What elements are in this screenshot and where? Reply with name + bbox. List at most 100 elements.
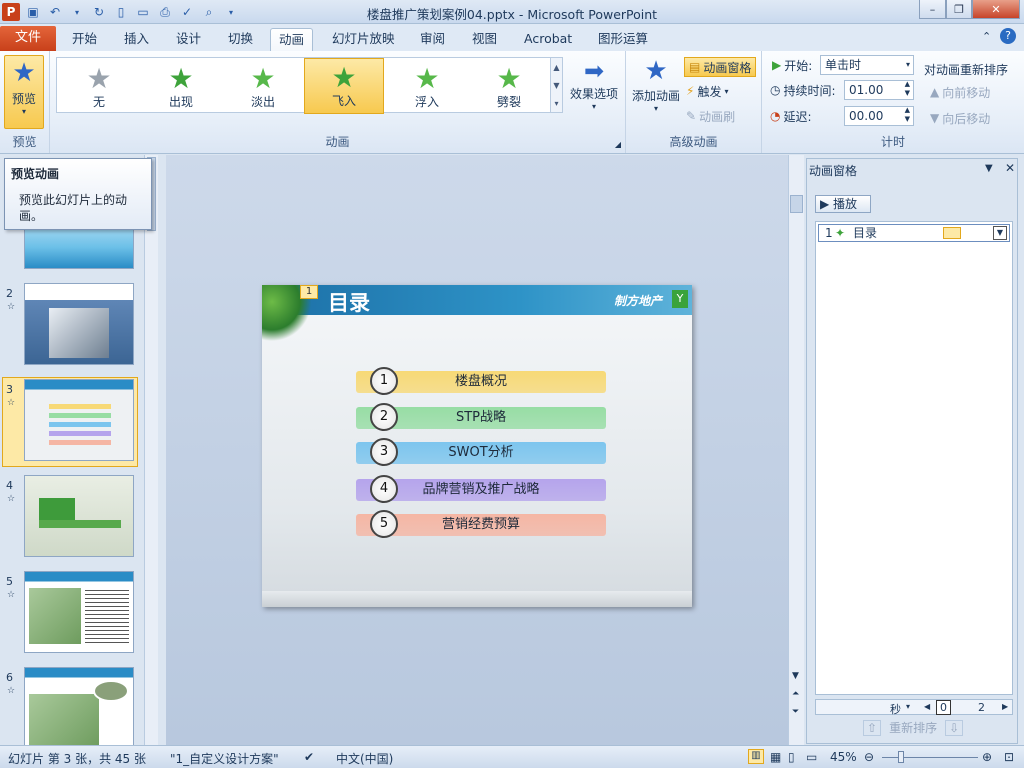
- timing-bar: [943, 227, 961, 239]
- zoom-slider-thumb[interactable]: [898, 751, 904, 763]
- slide-thumb-3[interactable]: [24, 379, 134, 461]
- scroll-left-icon[interactable]: ◀: [924, 702, 930, 711]
- move-down-icon[interactable]: ⇩: [945, 719, 964, 736]
- reading-view-icon[interactable]: ▯: [788, 750, 795, 764]
- toc-item-2[interactable]: 2 STP战略: [356, 403, 606, 431]
- animation-none[interactable]: ★ 无: [59, 58, 139, 114]
- zoom-out-icon[interactable]: ⊖: [864, 750, 874, 764]
- slide-title[interactable]: 目录: [328, 287, 370, 317]
- move-earlier-button[interactable]: ▲ 向前移动: [930, 82, 990, 102]
- language-status[interactable]: 中文(中国): [336, 750, 393, 767]
- prev-slide-icon[interactable]: ⏶: [792, 689, 799, 699]
- tab-view[interactable]: 视图: [464, 28, 505, 51]
- status-bar: 幻灯片 第 3 张，共 45 张 "1_自定义设计方案" ✔ 中文(中国) ▥ …: [0, 745, 1024, 768]
- toc-item-5[interactable]: 5 营销经费预算: [356, 510, 606, 538]
- tab-shape-ops[interactable]: 图形运算: [590, 28, 656, 51]
- duration-input[interactable]: 01.00 ▲ ▼: [844, 80, 914, 100]
- animation-float-in[interactable]: ★ 浮入: [387, 58, 467, 114]
- animation-star-icon: ☆: [7, 302, 16, 312]
- slide-thumb-5[interactable]: [24, 571, 134, 653]
- move-later-button[interactable]: ▼ 向后移动: [930, 108, 990, 128]
- item-dropdown-icon[interactable]: ▼: [993, 226, 1007, 240]
- animation-fly-in[interactable]: ★ 飞入: [304, 58, 384, 114]
- preview-tooltip: 预览动画 预览此幻灯片上的动画。: [4, 158, 152, 230]
- reorder-label: 对动画重新排序: [924, 63, 1009, 77]
- seconds-dropdown-icon[interactable]: ▾: [906, 702, 910, 711]
- close-window-button[interactable]: ✕: [972, 0, 1020, 19]
- tab-transitions[interactable]: 切换: [220, 28, 261, 51]
- animation-fade[interactable]: ★ 淡出: [223, 58, 303, 114]
- advanced-group-label: 高级动画: [669, 135, 718, 149]
- scroll-down-icon[interactable]: ▼: [792, 671, 799, 681]
- tab-acrobat[interactable]: Acrobat: [516, 28, 580, 51]
- slideshow-icon[interactable]: ▭: [806, 750, 817, 764]
- normal-view-icon[interactable]: ▥: [748, 749, 764, 764]
- window-title: 楼盘推广策划案例04.pptx - Microsoft PowerPoint: [366, 7, 658, 22]
- effect-options-button[interactable]: ➡ 效果选项 ▾: [568, 57, 620, 127]
- animation-star-icon: ☆: [7, 686, 16, 696]
- tab-insert[interactable]: 插入: [116, 28, 157, 51]
- tooltip-body: 预览此幻灯片上的动画。: [19, 193, 128, 223]
- fit-to-window-icon[interactable]: ⊡: [1004, 750, 1014, 764]
- add-animation-button[interactable]: ★ 添加动画 ▾: [628, 55, 684, 127]
- animation-pane-button[interactable]: ▤ 动画窗格: [684, 57, 757, 77]
- zoom-slider[interactable]: [882, 757, 978, 758]
- dropdown-icon: ▾: [724, 86, 729, 96]
- animation-split[interactable]: ★ 劈裂: [469, 58, 549, 114]
- tab-file[interactable]: 文件: [0, 26, 56, 51]
- animation-painter-button[interactable]: ✎ 动画刷: [686, 106, 735, 126]
- minimize-ribbon-icon[interactable]: ⌃: [982, 30, 991, 43]
- tab-animations[interactable]: 动画: [270, 28, 314, 51]
- pane-menu-icon[interactable]: ▼: [985, 163, 993, 174]
- dropdown-icon: ▾: [591, 102, 596, 111]
- thumbnails-scrollbar[interactable]: [144, 155, 158, 745]
- start-label: ▶ 开始:: [772, 58, 813, 73]
- tab-design[interactable]: 设计: [168, 28, 209, 51]
- scroll-right-icon[interactable]: ▶: [1002, 702, 1008, 711]
- toc-item-4[interactable]: 4 品牌营销及推广战略: [356, 475, 606, 503]
- move-up-icon[interactable]: ⇧: [863, 719, 882, 736]
- current-slide[interactable]: 1 目录 制方地产 Y 1 楼盘概况 2 STP战略 3 SWOT分析 4 品牌营销及推…: [262, 285, 692, 607]
- slide-thumb-2[interactable]: [24, 283, 134, 365]
- tab-review[interactable]: 审阅: [412, 28, 453, 51]
- animation-group: ★ 无 ★ 出现 ★ 淡出 ★ 飞入 ★ 浮入 ★ 劈裂 ▲ ▼ ▾ ➡ 效果选项 ▾ 动画 ◢: [50, 51, 626, 153]
- play-icon: ▶: [772, 58, 782, 72]
- trigger-button[interactable]: ⚡ 触发 ▾: [686, 81, 728, 101]
- timeline-two: 2: [978, 701, 985, 714]
- dropdown-icon: ▾: [905, 60, 910, 69]
- help-icon[interactable]: ?: [1000, 28, 1016, 44]
- zoom-in-icon[interactable]: ⊕: [982, 750, 992, 764]
- spin-arrows-icon[interactable]: ▲ ▼: [905, 80, 910, 98]
- slide-thumb-4[interactable]: [24, 475, 134, 557]
- next-slide-icon[interactable]: ⏷: [792, 707, 799, 717]
- slide-scrollbar[interactable]: ▼ ⏶ ⏷: [788, 155, 804, 745]
- thumb-number: 5: [6, 575, 13, 588]
- close-pane-icon[interactable]: ✕: [1005, 161, 1015, 175]
- spin-arrows-icon[interactable]: ▲ ▼: [905, 106, 910, 124]
- theme-status[interactable]: "1_自定义设计方案": [170, 750, 279, 767]
- gallery-scroll[interactable]: ▲ ▼ ▾: [550, 57, 563, 113]
- animation-group-label: 动画: [325, 135, 350, 149]
- play-button[interactable]: ▶ 播放: [815, 195, 871, 213]
- zoom-level[interactable]: 45%: [830, 750, 857, 764]
- tab-slideshow[interactable]: 幻灯片放映: [324, 28, 403, 51]
- slide-count-status: 幻灯片 第 3 张，共 45 张: [8, 752, 146, 766]
- toc-item-1[interactable]: 1 楼盘概况: [356, 367, 606, 395]
- delay-label: ◔ 延迟:: [770, 109, 812, 124]
- start-select[interactable]: 单击时 ▾: [820, 55, 914, 75]
- minimize-button[interactable]: –: [919, 0, 946, 19]
- animation-pane-title: 动画窗格: [809, 164, 858, 178]
- tab-home[interactable]: 开始: [64, 28, 105, 51]
- slide-sorter-icon[interactable]: ▦: [770, 750, 781, 764]
- down-triangle-icon: ▼: [930, 111, 940, 125]
- slide-thumb-6[interactable]: [24, 667, 134, 749]
- spell-check-icon[interactable]: ✔: [304, 750, 314, 764]
- delay-input[interactable]: 00.00 ▲ ▼: [844, 106, 914, 126]
- dialog-launcher-icon[interactable]: ◢: [615, 140, 621, 149]
- restore-button[interactable]: ❐: [946, 0, 972, 19]
- seconds-label: 秒: [890, 703, 901, 716]
- preview-button[interactable]: ★ 预览 ▾: [4, 55, 44, 129]
- animation-list-item[interactable]: 1 ✦ 目录 ▼: [818, 224, 1010, 242]
- animation-appear[interactable]: ★ 出现: [141, 58, 221, 114]
- toc-item-3[interactable]: 3 SWOT分析: [356, 438, 606, 466]
